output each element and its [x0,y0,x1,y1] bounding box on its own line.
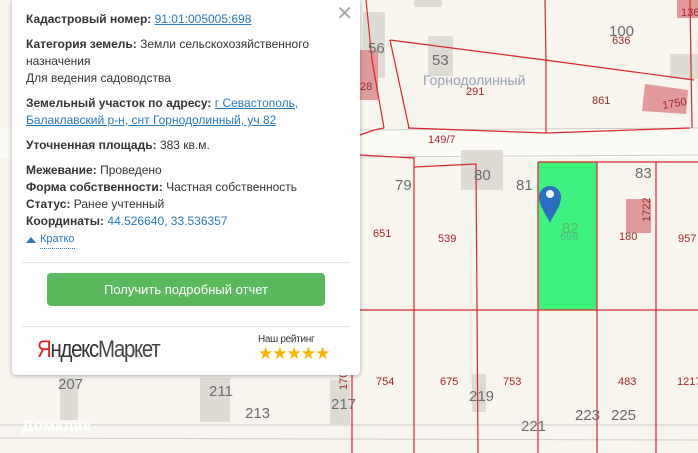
star-rating-icon: ★★★★★ [258,344,330,363]
parcel-number: 1722 [641,198,653,222]
parcel-number: 698 [560,231,578,243]
parcel-details: Кадастровый номер: 91:01:005005:698 Кате… [26,11,346,249]
parcel-number: 28 [360,81,372,93]
survey-value: Проведено [100,163,162,177]
category-label: Категория земель: [26,37,137,51]
parcel-number: 957 [678,233,696,245]
building-number: 223 [575,407,600,424]
area-value: 383 кв.м. [159,138,210,152]
get-report-button[interactable]: Получить подробный отчет [47,273,325,306]
parcel-number: 861 [592,95,610,107]
address-link-cont[interactable]: Балаклавский р-н, снт Горнодолинный, уч … [26,113,276,127]
building-number: 81 [516,177,533,194]
building-number: 207 [58,376,83,393]
category-value: Земли сельскохозяйственного [140,37,310,51]
yandex-market-logo[interactable]: ЯндексМаркет [37,336,161,364]
cadastral-number-link[interactable]: 91:01:005005:698 [155,12,252,26]
divider [22,326,350,327]
parcel-number: 136 [681,7,698,19]
building-number: 225 [611,407,636,424]
building-number: 219 [469,388,494,405]
parcel-number: 675 [440,376,458,388]
domclick-watermark: Домклик [22,418,92,435]
parcel-number: 149/7 [428,134,456,146]
ownership-value: Частная собственность [166,180,298,194]
category-value-cont: назначения [26,54,91,68]
rating-widget[interactable]: Наш рейтинг ★★★★★ [258,334,330,363]
building-number: 217 [331,396,356,413]
address-label: Земельный участок по адресу: [26,96,212,110]
survey-label: Межевание: [26,163,97,177]
building-number: 221 [521,418,546,435]
ownership-label: Форма собственности: [26,180,163,194]
caret-up-icon [26,237,36,243]
usage-value: Для ведения садоводства [26,71,171,85]
divider [22,262,350,263]
coords-label: Координаты: [26,214,105,228]
parcel-number: 754 [376,376,394,388]
parcel-number: 539 [438,233,456,245]
parcel-number: 636 [612,35,630,47]
collapse-toggle[interactable]: Кратко [26,231,346,249]
building-number: 79 [395,177,412,194]
parcel-number: 180 [619,231,637,243]
building-number: 53 [432,52,449,69]
status-label: Статус: [26,197,71,211]
building-number: 80 [474,167,491,184]
building-number: 83 [635,165,652,182]
building-number: 211 [209,383,233,400]
parcel-info-popup: ✕ Кадастровый номер: 91:01:005005:698 Ка… [12,0,360,375]
collapse-label: Кратко [40,231,75,249]
coords-value: 44.526640, 33.536357 [107,214,228,228]
parcel-number: 753 [503,376,521,388]
parcel-number: 1217 [677,376,698,388]
address-link[interactable]: г Севастополь, [215,96,299,110]
area-label: Уточненная площадь: [26,138,157,152]
parcel-number: 651 [373,228,391,240]
parcel-number: 291 [466,86,484,98]
building-number: 56 [368,40,385,57]
parcel-number: 483 [618,376,636,388]
building-number: 213 [245,405,270,422]
status-value: Ранее учтенный [73,197,165,211]
cadastral-label: Кадастровый номер: [26,12,152,26]
